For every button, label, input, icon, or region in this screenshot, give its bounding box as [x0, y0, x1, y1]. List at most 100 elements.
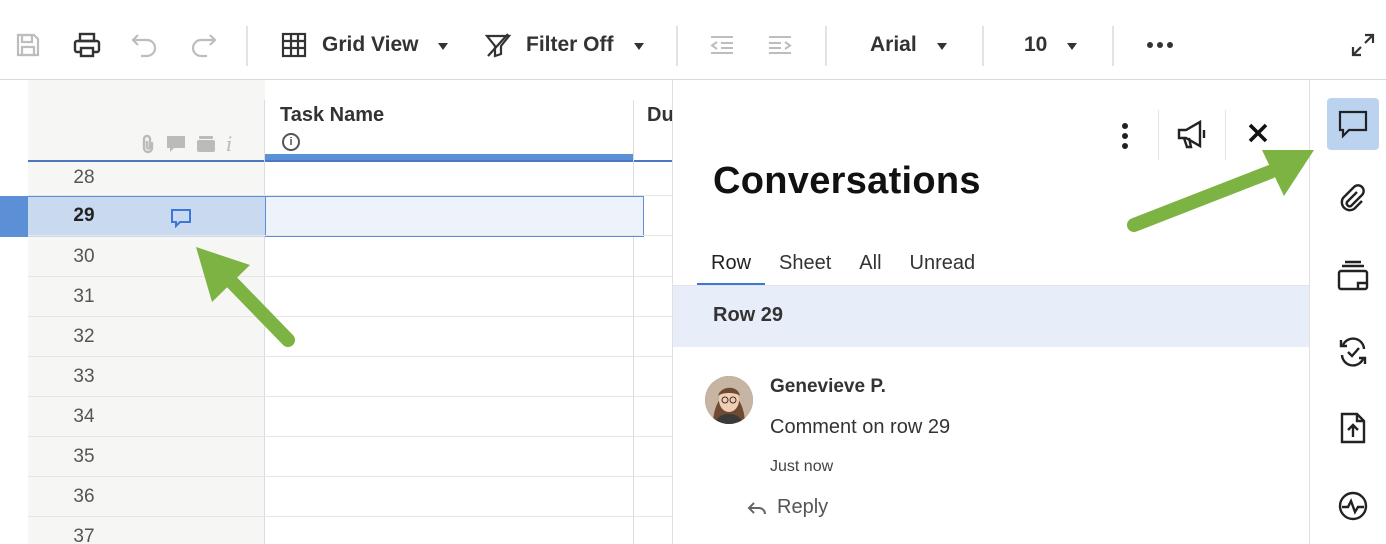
conversations-icon	[1338, 110, 1368, 139]
megaphone-icon[interactable]	[1175, 118, 1209, 150]
panel-actions-divider	[1225, 110, 1226, 160]
chevron-down-icon	[1067, 42, 1078, 50]
chevron-down-icon	[936, 42, 947, 50]
info-circle-icon[interactable]: i	[282, 133, 300, 151]
toolbar-divider	[246, 26, 248, 66]
indent-button[interactable]	[766, 27, 794, 63]
row-number: 37	[73, 526, 95, 544]
publish-icon	[1340, 412, 1366, 444]
comment-author: Genevieve P.	[770, 376, 886, 397]
right-rail	[1309, 80, 1386, 544]
more-button[interactable]	[1146, 27, 1174, 63]
rail-update-requests-button[interactable]	[1327, 326, 1379, 378]
rail-activity-log-button[interactable]	[1327, 480, 1379, 532]
print-button[interactable]	[72, 27, 102, 63]
toolbar-divider	[982, 26, 984, 66]
font-family-selector[interactable]: Arial	[856, 27, 947, 63]
outdent-icon	[710, 36, 733, 54]
font-size-selector[interactable]: 10	[1010, 27, 1078, 63]
print-icon	[73, 32, 101, 58]
chevron-down-icon	[633, 42, 644, 50]
toolbar-divider	[676, 26, 678, 66]
proofing-icon	[1337, 260, 1369, 291]
toolbar: Grid View Filter Off Arial 10	[0, 0, 1386, 80]
info-icon: i	[226, 132, 233, 156]
attachments-icon	[1340, 184, 1365, 212]
save-button[interactable]	[14, 27, 42, 63]
row-number: 33	[73, 366, 95, 387]
tab-all[interactable]: All	[845, 250, 895, 286]
rail-proofing-button[interactable]	[1327, 250, 1379, 302]
comment-text: Comment on row 29	[770, 416, 951, 438]
table-row[interactable]: 31	[28, 277, 672, 317]
filter-selector[interactable]: Filter Off	[484, 27, 644, 63]
chevron-down-icon	[438, 42, 449, 50]
grid-view-icon	[281, 32, 307, 58]
comment-timestamp: Just now	[770, 458, 834, 475]
row-number: 34	[73, 406, 95, 427]
column-header-label: Task Name	[280, 104, 385, 126]
font-label: Arial	[870, 33, 917, 56]
close-icon[interactable]	[1247, 122, 1269, 144]
save-icon	[16, 33, 40, 57]
panel-actions-divider	[1158, 110, 1159, 160]
row-number: 28	[73, 167, 95, 188]
row-number: 31	[73, 286, 95, 307]
row-context-label: Row 29	[713, 304, 784, 326]
font-size-label: 10	[1024, 33, 1048, 56]
conversation-tabs: Row Sheet All Unread	[697, 250, 989, 286]
filter-label: Filter Off	[526, 33, 614, 56]
expand-icon	[1351, 33, 1375, 57]
outdent-button[interactable]	[708, 27, 736, 63]
table-row[interactable]: 37	[28, 517, 672, 544]
kebab-menu-icon[interactable]	[1121, 122, 1129, 150]
undo-button[interactable]	[130, 27, 160, 63]
rail-conversations-button[interactable]	[1327, 98, 1379, 150]
rail-attachments-button[interactable]	[1327, 172, 1379, 224]
table-row[interactable]: 36	[28, 477, 672, 517]
view-selector[interactable]: Grid View	[280, 27, 449, 63]
rail-publish-button[interactable]	[1327, 402, 1379, 454]
attachment-icon	[142, 134, 154, 154]
row-number: 36	[73, 486, 95, 507]
conversations-panel: Conversations Row Sheet All Unread Row 2…	[672, 80, 1310, 544]
comment-item: Genevieve P. Comment on row 29 Just now …	[705, 376, 1285, 536]
sheet-grid: i Task Name i Du 28 29 30 31 32 33 34 35…	[0, 80, 672, 544]
row-number: 30	[73, 246, 95, 267]
activity-log-icon	[1338, 491, 1368, 521]
table-row[interactable]: 34	[28, 397, 672, 437]
filter-icon	[484, 33, 512, 58]
reply-label: Reply	[777, 496, 829, 518]
row-selector-handle[interactable]	[0, 196, 28, 237]
more-icon	[1147, 42, 1173, 48]
tab-row[interactable]: Row	[697, 250, 766, 286]
table-row[interactable]: 28	[28, 162, 672, 196]
update-requests-icon	[1339, 337, 1367, 367]
row-number: 35	[73, 446, 95, 467]
tab-sheet[interactable]: Sheet	[765, 250, 845, 286]
tab-unread[interactable]: Unread	[896, 250, 990, 286]
undo-icon	[131, 34, 157, 58]
row-number: 29	[73, 205, 95, 226]
avatar	[705, 376, 753, 424]
toolbar-divider	[825, 26, 827, 66]
expand-button[interactable]	[1350, 27, 1376, 63]
column-header-icons: i	[140, 132, 232, 156]
row-comment-indicator-icon[interactable]	[170, 208, 192, 228]
view-label: Grid View	[322, 33, 419, 56]
table-row[interactable]: 32	[28, 317, 672, 357]
redo-icon	[191, 34, 217, 58]
reply-icon	[747, 501, 766, 514]
indent-icon	[769, 36, 792, 54]
column-header-partial[interactable]: Du	[647, 104, 672, 127]
table-row[interactable]: 35	[28, 437, 672, 477]
redo-button[interactable]	[188, 27, 218, 63]
proof-icon	[197, 136, 215, 152]
table-row[interactable]: 33	[28, 357, 672, 397]
toolbar-divider	[1112, 26, 1114, 66]
comment-icon	[167, 136, 185, 152]
table-row-selected[interactable]: 29	[28, 196, 672, 236]
panel-title: Conversations	[713, 160, 981, 202]
table-row[interactable]: 30	[28, 237, 672, 277]
reply-button[interactable]: Reply	[747, 496, 828, 519]
